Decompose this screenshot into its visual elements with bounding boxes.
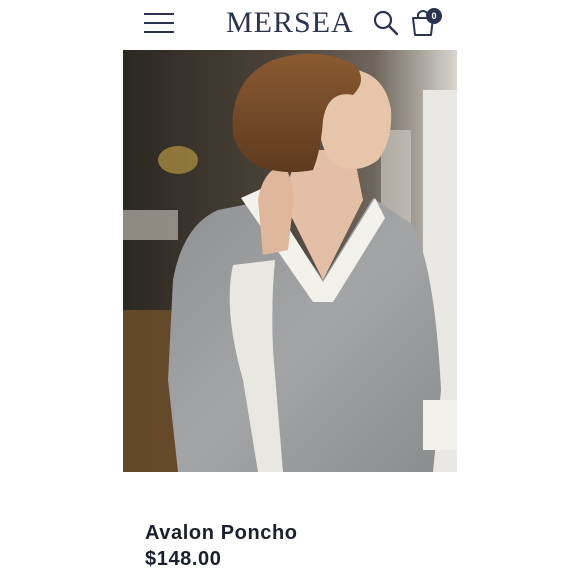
product-name[interactable]: Avalon Poncho <box>145 521 298 545</box>
product-photo[interactable] <box>123 50 457 472</box>
product-price: $148.00 <box>145 548 222 570</box>
menu-line <box>144 22 174 24</box>
hamburger-menu-icon[interactable] <box>142 10 176 36</box>
menu-line <box>144 13 174 15</box>
brand-logo[interactable]: MERSEA <box>226 6 354 40</box>
site-header: MERSEA 0 <box>0 0 580 46</box>
menu-line <box>144 31 174 33</box>
shopping-bag-button[interactable]: 0 <box>408 6 442 38</box>
cart-count-badge: 0 <box>426 8 442 24</box>
search-icon[interactable] <box>372 9 400 37</box>
